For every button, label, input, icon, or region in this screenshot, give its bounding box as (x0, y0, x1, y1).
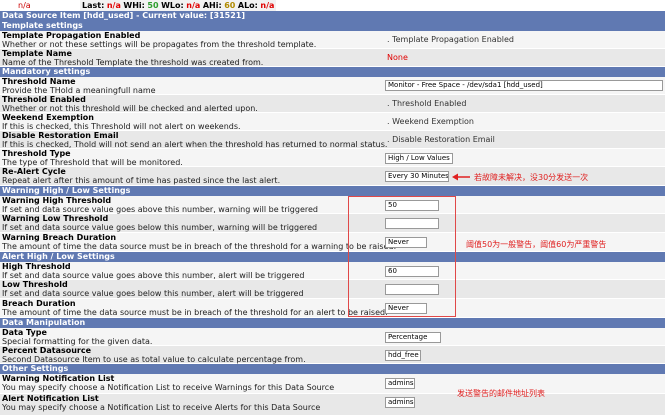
threshold-enabled-checkbox[interactable]: . Threshold Enabled (387, 99, 466, 109)
checkbox-icon[interactable]: . (387, 117, 390, 126)
section-template: Template settings (0, 21, 665, 31)
percent-datasource-select[interactable]: hdd_free (385, 350, 421, 361)
template-propagation-checkbox[interactable]: . Template Propagation Enabled (387, 35, 514, 45)
threshold-stats: Last: n/a WHi: 50 WLo: n/a AHi: 60 ALo: … (80, 0, 277, 11)
status-na: n/a (18, 1, 31, 10)
annotation-notify: 发送警告的邮件地址列表 (457, 389, 545, 398)
template-name-value: None (387, 53, 408, 62)
weekend-exemption-checkbox[interactable]: . Weekend Exemption (387, 117, 474, 127)
warning-notification-select[interactable]: admins (385, 378, 415, 389)
section-mandatory: Mandatory settings (0, 67, 665, 77)
section-manipulation: Data Manipulation (0, 318, 665, 328)
checkbox-icon[interactable]: . (387, 35, 390, 44)
row-breach-duration: Breach Duration The amount of time the d… (0, 299, 665, 318)
checkbox-icon[interactable]: . (387, 135, 390, 144)
status-bar: n/a Last: n/a WHi: 50 WLo: n/a AHi: 60 A… (0, 0, 665, 11)
row-threshold-enabled: Threshold Enabled Whether or not this th… (0, 95, 665, 113)
checkbox-icon[interactable]: . (387, 99, 390, 108)
section-alert: Alert High / Low Settings (0, 252, 665, 262)
threshold-highlight-box (348, 196, 456, 317)
disable-restoration-checkbox[interactable]: . Disable Restoration Email (387, 135, 495, 145)
section-other: Other Settings (0, 364, 665, 374)
row-threshold-name: Threshold Name Provide the THold a meani… (0, 77, 665, 95)
realert-cycle-select[interactable]: Every 30 Minutes (385, 171, 449, 182)
row-data-type: Data Type Special formatting for the giv… (0, 328, 665, 346)
data-type-select[interactable]: Percentage (385, 332, 441, 343)
row-disable-restoration: Disable Restoration Email If this is che… (0, 131, 665, 149)
arrow-icon (452, 173, 470, 181)
row-alert-notification: Alert Notification List You may specify … (0, 394, 665, 416)
row-warning-low: Warning Low Threshold If set and data so… (0, 214, 665, 233)
annotation-realert: 若故障未解决，没30分发送一次 (474, 173, 589, 182)
threshold-type-select[interactable]: High / Low Values (385, 153, 453, 164)
row-template-name: Template Name Name of the Threshold Temp… (0, 49, 665, 67)
row-percent-datasource: Percent Datasource Second Datasource Ite… (0, 346, 665, 364)
row-warning-notification: Warning Notification List You may specif… (0, 374, 665, 394)
row-weekend-exemption: Weekend Exemption If this is checked, th… (0, 113, 665, 131)
threshold-name-input[interactable]: Monitor - Free Space - /dev/sda1 [hdd_us… (385, 80, 663, 91)
annotation-thresholds: 阈值50为一般警告，阈值60为严重警告 (466, 240, 607, 249)
row-template-propagation: Template Propagation Enabled Whether or … (0, 31, 665, 49)
alert-notification-select[interactable]: admins (385, 397, 415, 408)
row-high-threshold: High Threshold If set and data source va… (0, 262, 665, 280)
section-warning: Warning High / Low Settings (0, 186, 665, 196)
row-low-threshold: Low Threshold If set and data source val… (0, 280, 665, 299)
row-threshold-type: Threshold Type The type of Threshold tha… (0, 149, 665, 167)
page-title: Data Source Item [hdd_used] - Current va… (0, 11, 665, 21)
row-warning-high: Warning High Threshold If set and data s… (0, 196, 665, 214)
